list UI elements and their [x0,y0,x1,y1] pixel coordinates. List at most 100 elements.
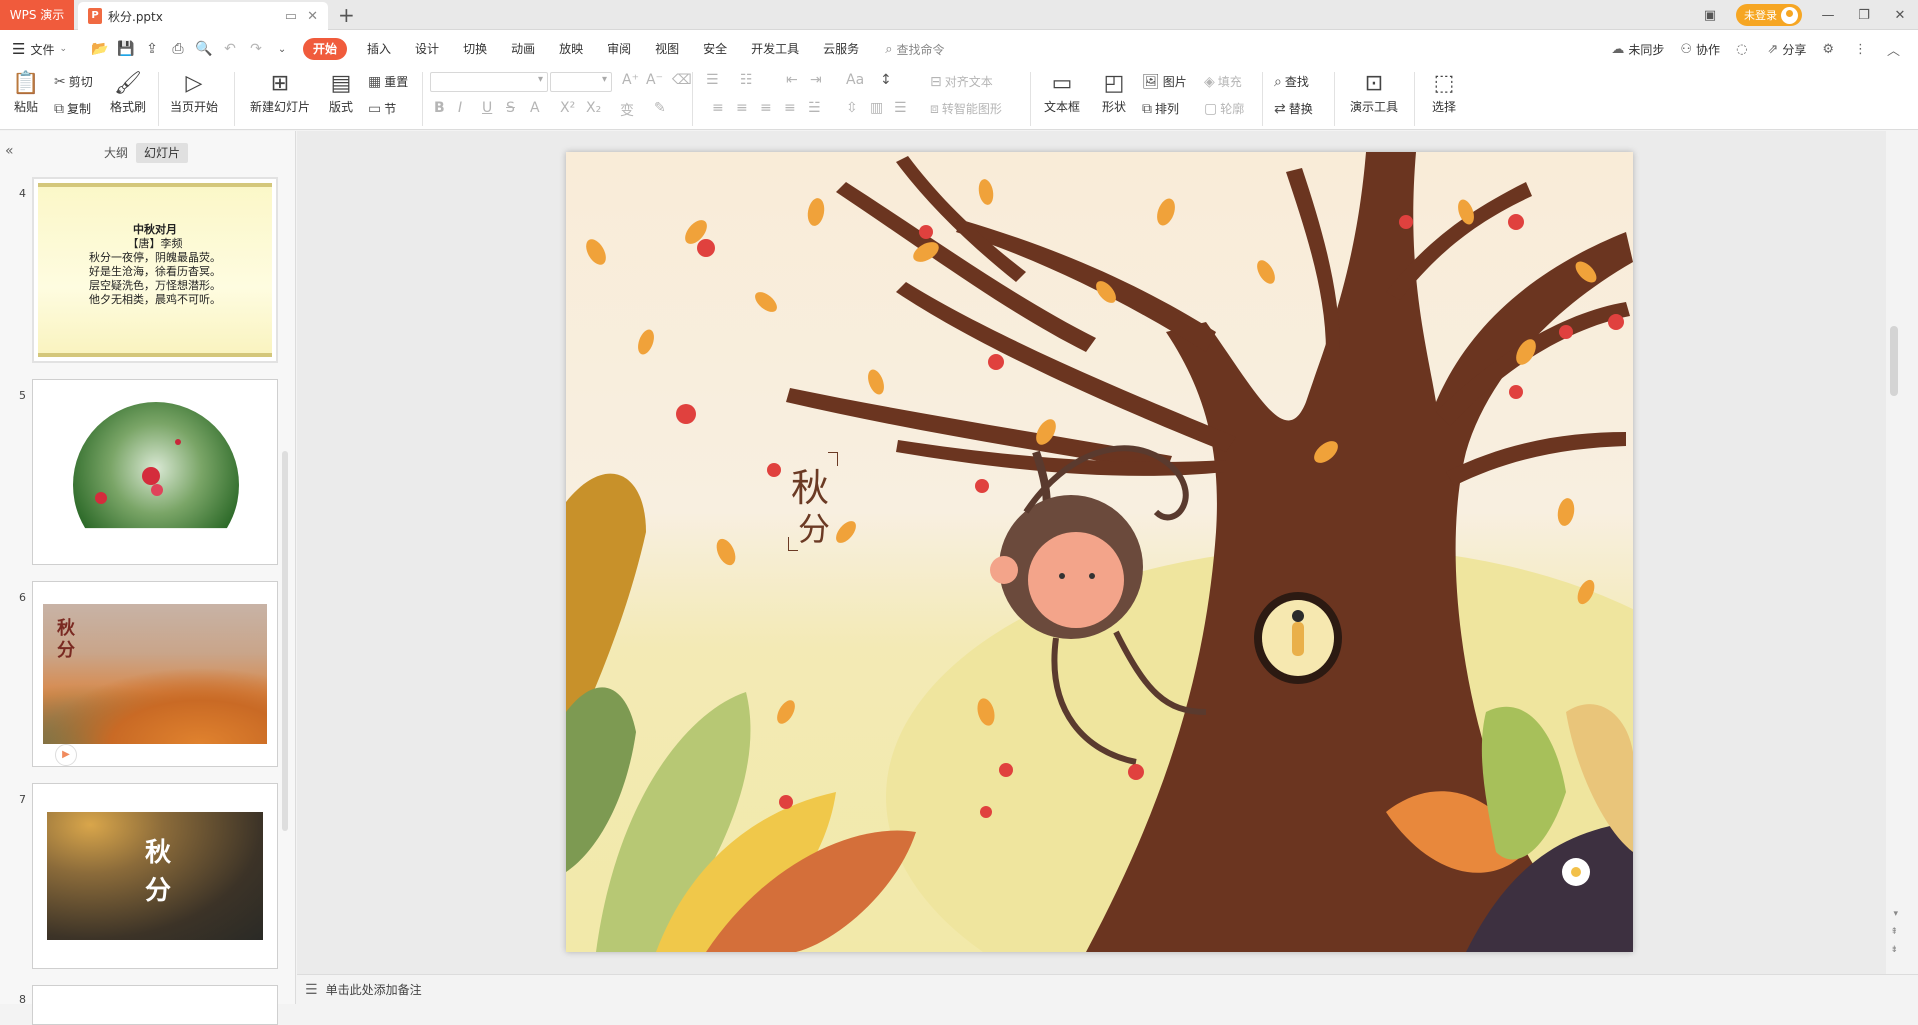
paste-button[interactable]: 📋 粘贴 [8,70,44,115]
format-painter-button[interactable]: 🖌 格式刷 [106,70,150,115]
print-preview-icon[interactable]: 🔍 [191,41,217,57]
tab-cloud-services[interactable]: 云服务 [811,38,871,60]
tab-transition[interactable]: 切换 [451,38,499,60]
login-button[interactable]: 未登录 [1736,4,1802,26]
prev-slide-icon[interactable]: ⇞ [1890,927,1898,937]
file-menu[interactable]: ☰ 文件 ⌄ [0,40,67,58]
increase-indent-icon[interactable]: ⇥ [810,72,822,88]
start-from-current-button[interactable]: ▷ 当页开始 [164,70,224,115]
slide-thumbnail-8[interactable] [32,985,278,1025]
settings-button[interactable]: ⚙ [1822,42,1838,57]
notes-pane[interactable]: ☰ 单击此处添加备注 [297,974,1918,1004]
replace-button[interactable]: ⇄ 替换 [1274,100,1313,117]
tab-home[interactable]: 开始 [303,38,348,60]
tab-close-icon[interactable]: ✕ [307,9,318,24]
slide-thumbnail-4[interactable]: 中秋对月 【唐】李频 秋分一夜停，阴魄最晶荧。 好是生沧海，徐看历杳冥。 层空疑… [32,177,278,363]
tab-security[interactable]: 安全 [691,38,739,60]
new-slide-button[interactable]: ⊞ 新建幻灯片 [242,70,318,115]
columns-icon[interactable]: ▥ [870,100,883,116]
tab-animation[interactable]: 动画 [499,38,547,60]
tab-slideshow[interactable]: 放映 [547,38,595,60]
comment-button[interactable]: ◌ [1736,42,1751,57]
collaborate-button[interactable]: ⚇ 协作 [1680,41,1720,58]
tab-slides[interactable]: 幻灯片 [136,143,189,163]
textbox-button[interactable]: ▭ 文本框 [1038,70,1086,115]
subscript-icon[interactable]: X₂ [586,100,601,116]
tab-insert[interactable]: 插入 [355,38,403,60]
justify-icon[interactable]: ≡ [784,100,796,116]
slide-title-char-equinox[interactable]: 分 [798,504,830,550]
phonetic-icon[interactable]: 变 [620,100,634,120]
superscript-icon[interactable]: X² [560,100,575,116]
font-color-icon[interactable]: A [530,100,540,116]
export-icon[interactable]: ⇪ [139,41,165,57]
slide-thumbnail-5[interactable] [32,379,278,565]
minimize-icon[interactable]: — [1810,8,1846,23]
vertical-scrollbar[interactable]: ▾ ⇞ ⇟ [1886,131,1902,974]
strikethrough-icon[interactable]: S [506,100,515,116]
find-button[interactable]: ⌕ 查找 [1274,73,1309,90]
paragraph-spacing-icon[interactable]: ⇳ [846,100,858,116]
numbering-icon[interactable]: ☷ [740,72,753,88]
bold-icon[interactable]: B [434,100,445,116]
customize-chevron-icon[interactable]: ⌄ [269,44,295,55]
undo-icon[interactable]: ↶ [217,41,243,57]
wps-app-tab[interactable]: WPS 演示 [0,0,74,30]
save-icon[interactable]: 💾 [113,41,139,57]
collapse-ribbon-button[interactable]: ︿ [1887,40,1904,59]
bullets-icon[interactable]: ☰ [706,72,719,88]
outline-button[interactable]: ▢ 轮廓 [1204,100,1244,117]
redo-icon[interactable]: ↷ [243,41,269,57]
fill-button[interactable]: ◈ 填充 [1204,73,1242,90]
document-tab[interactable]: P 秋分.pptx ▭ ✕ [78,2,328,30]
underline-icon[interactable]: U [482,100,492,116]
close-icon[interactable]: ✕ [1882,8,1918,23]
tab-view[interactable]: 视图 [643,38,691,60]
reset-button[interactable]: ▦ 重置 [368,73,408,90]
decrease-font-icon[interactable]: A⁻ [646,72,663,88]
presentation-tools-button[interactable]: ⊡ 演示工具 [1342,70,1406,115]
command-search[interactable]: ⌕ 查找命令 [885,41,944,58]
picture-button[interactable]: 🖼 图片 [1142,73,1187,90]
tab-outline[interactable]: 大纲 [96,143,136,163]
align-right-icon[interactable]: ≡ [760,100,772,116]
line-spacing-icon[interactable]: ↕ [880,72,892,88]
scrollbar-thumb[interactable] [1890,326,1898,396]
font-family-select[interactable] [430,72,548,92]
copy-button[interactable]: ⧉ 复制 [54,100,91,117]
layout-button[interactable]: ▤ 版式 [322,70,360,115]
collapse-panel-icon[interactable]: « [5,143,14,159]
align-center-icon[interactable]: ≡ [736,100,748,116]
new-tab-plus-icon[interactable]: + [338,3,355,27]
panel-scrollbar[interactable] [282,451,288,831]
increase-font-icon[interactable]: A⁺ [622,72,639,88]
select-button[interactable]: ⬚ 选择 [1420,70,1468,115]
share-button[interactable]: ⇗ 分享 [1767,41,1806,58]
maximize-icon[interactable]: ❐ [1846,8,1882,23]
open-folder-icon[interactable]: 📂 [87,41,113,57]
more-button[interactable]: ⋮ [1854,42,1871,57]
cut-button[interactable]: ✂ 剪切 [54,73,93,90]
tab-developer[interactable]: 开发工具 [739,38,811,60]
decrease-indent-icon[interactable]: ⇤ [786,72,798,88]
tab-design[interactable]: 设计 [403,38,451,60]
shape-button[interactable]: ◰ 形状 [1094,70,1134,115]
tab-restore-icon[interactable]: ▭ [285,9,297,24]
italic-icon[interactable]: I [458,100,462,116]
distribute-icon[interactable]: ☱ [808,100,821,116]
slide-thumbnail-6[interactable]: 秋分 [32,581,278,767]
page-count-icon[interactable]: ▣ [1692,8,1728,23]
align-left-icon[interactable]: ≡ [712,100,724,116]
slide-thumbnail-7[interactable]: 秋分 [32,783,278,969]
sync-status[interactable]: ☁ 未同步 [1611,41,1664,58]
print-icon[interactable]: ⎙ [165,41,191,57]
align-text-button[interactable]: ⊟ 对齐文本 [930,73,993,90]
text-direction-icon[interactable]: Aa [846,72,864,88]
section-button[interactable]: ▭ 节 [368,100,396,117]
scroll-down-icon[interactable]: ▾ [1893,909,1898,919]
spacing-menu-icon[interactable]: ☰ [894,100,907,116]
font-size-select[interactable] [550,72,612,92]
current-slide[interactable]: 秋 分 [566,152,1633,952]
clear-format-icon[interactable]: ⌫ [672,72,692,88]
animation-play-icon[interactable]: ▶ [55,744,77,766]
